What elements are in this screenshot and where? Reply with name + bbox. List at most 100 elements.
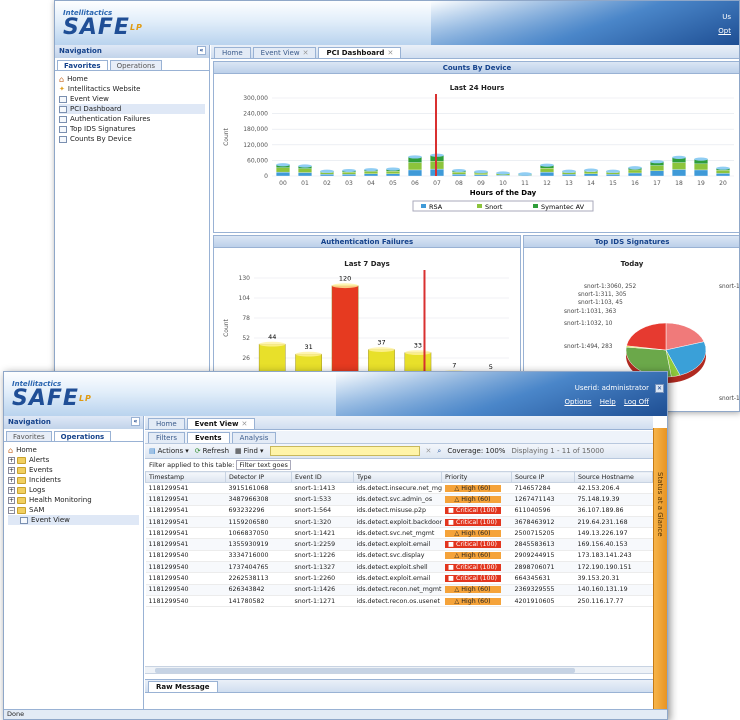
tree-item-top-ids[interactable]: Top IDS Signatures [59, 124, 205, 134]
tree-item-counts-device[interactable]: Counts By Device [59, 134, 205, 144]
table-cell: △ High (60) [441, 595, 512, 608]
table-row[interactable]: 1181299540 1737404765 snort-1:1327 ids.dete… [145, 561, 653, 574]
options-link[interactable]: Opt [718, 27, 731, 35]
bar-rsa [716, 173, 730, 177]
table-cell: ■ Critical (100) [441, 505, 512, 517]
bar-cap [606, 169, 620, 173]
y-tick-label: 240,000 [243, 111, 268, 118]
expand-icon[interactable]: + [8, 466, 15, 474]
tree-item-website[interactable]: ✦ Intellitactics Website [59, 84, 205, 94]
tab-raw-message[interactable]: Raw Message [148, 681, 218, 692]
table-cell: 2845583613 [511, 538, 575, 551]
table-row[interactable]: 1181299541 1355930919 snort-1:2259 ids.dete… [145, 538, 653, 551]
tab-pci-dashboard[interactable]: PCI Dashboard ✕ [318, 47, 402, 58]
tree-item-home[interactable]: ⌂ Home [8, 445, 139, 455]
folder-icon [17, 476, 26, 484]
tree-item-pci-dashboard[interactable]: PCI Dashboard [59, 104, 205, 114]
tab-operations[interactable]: Operations [53, 431, 112, 441]
collapse-icon[interactable]: − [8, 506, 15, 514]
tree-item-alerts[interactable]: + Alerts [8, 455, 139, 465]
table-row[interactable]: 1181299541 1159206580 snort-1:320 ids.detec… [145, 516, 653, 529]
bar-rsa [298, 172, 312, 177]
table-cell: 173.183.141.243 [574, 550, 653, 563]
tree-item-sam[interactable]: − SAM [8, 505, 139, 515]
nav-header: Navigation « [55, 45, 209, 58]
column-header[interactable]: Timestamp [145, 471, 226, 483]
close-icon[interactable]: ✕ [241, 420, 247, 428]
bar-rsa [584, 173, 598, 177]
find-button[interactable]: ▦ Find ▾ [235, 447, 263, 455]
status-at-a-glance-panel[interactable]: Status at a Glance [653, 428, 667, 709]
tab-event-view[interactable]: Event View ✕ [186, 418, 256, 429]
table-cell: 3487966308 [225, 493, 292, 506]
logoff-link[interactable]: Log Off [624, 398, 649, 406]
tab-home[interactable]: Home [148, 418, 185, 429]
column-header[interactable]: Type [353, 471, 442, 483]
close-icon[interactable]: ✕ [303, 49, 309, 57]
filter-value[interactable]: Filter text goes [236, 460, 291, 470]
horizontal-scrollbar[interactable] [145, 666, 653, 674]
column-header[interactable]: Priority [441, 471, 512, 483]
tab-operations[interactable]: Operations [109, 60, 163, 70]
actions-button[interactable]: ▤ Actions ▾ [149, 447, 189, 455]
tab-favorites[interactable]: Favorites [57, 60, 108, 70]
column-header[interactable]: Source Hostname [574, 471, 653, 483]
tree-item-events[interactable]: + Events [8, 465, 139, 475]
slice-label: snort-1:494, 283 [564, 344, 613, 350]
clear-icon[interactable]: ✕ [426, 447, 432, 455]
critical-icon: ■ [448, 541, 456, 549]
tree-item-event-view[interactable]: Event View [59, 94, 205, 104]
tree-label: PCI Dashboard [70, 105, 122, 113]
table-row[interactable]: 1181299540 626343842 snort-1:1426 ids.detec… [145, 584, 653, 596]
expand-icon[interactable]: + [8, 476, 15, 484]
slice-label: snort-1:1031, 363 [564, 309, 616, 315]
filter-bar: Filter applied to this table: Filter tex… [145, 459, 653, 471]
folder-icon [17, 506, 26, 514]
bar-cap [562, 169, 576, 173]
bar-snort [716, 170, 730, 174]
expand-icon[interactable]: + [8, 486, 15, 494]
table-row[interactable]: 1181299540 2262538113 snort-1:2260 ids.dete… [145, 572, 653, 585]
collapse-button[interactable]: « [131, 417, 140, 426]
expand-icon[interactable]: + [8, 496, 15, 504]
table-row[interactable]: 1181299540 141780582 snort-1:1271 ids.detec… [145, 595, 653, 608]
table-cell: △ High (60) [441, 584, 512, 596]
refresh-button[interactable]: ⟳ Refresh [195, 447, 229, 455]
options-link[interactable]: Options [564, 398, 591, 406]
tree-item-health[interactable]: + Health Monitoring [8, 495, 139, 505]
table-row[interactable]: 1181299541 693232296 snort-1:564 ids.detect… [145, 505, 653, 517]
tab-favorites[interactable]: Favorites [6, 431, 52, 441]
table-row[interactable]: 1181299541 1066837050 snort-1:1421 ids.dete… [145, 527, 653, 540]
bar-cap [540, 163, 554, 167]
tab-home[interactable]: Home [214, 47, 251, 58]
tab-analysis[interactable]: Analysis [231, 432, 277, 443]
table-row[interactable]: 1181299540 3334716000 snort-1:1226 ids.dete… [145, 550, 653, 563]
search-icon[interactable]: ⌕ [437, 447, 441, 456]
table-cell: 1181299540 [145, 550, 226, 563]
tab-event-view[interactable]: Event View ✕ [252, 47, 317, 58]
table-cell: 219.64.231.168 [574, 516, 653, 529]
tree-item-logs[interactable]: + Logs [8, 485, 139, 495]
tab-filters[interactable]: Filters [148, 432, 185, 443]
y-tick-label: 180,000 [243, 126, 268, 133]
help-link[interactable]: Help [600, 398, 616, 406]
table-cell: snort-1:1271 [291, 595, 354, 608]
collapse-button[interactable]: « [197, 46, 206, 55]
expand-icon[interactable]: + [8, 456, 15, 464]
tree-item-home[interactable]: ⌂ Home [59, 74, 205, 84]
bar-cap [628, 166, 642, 170]
find-input[interactable] [269, 446, 420, 456]
window-close-icon[interactable]: ✕ [655, 384, 664, 393]
tree-item-incidents[interactable]: + Incidents [8, 475, 139, 485]
tree-item-event-view[interactable]: Event View [8, 515, 139, 525]
tree-item-auth-failures[interactable]: Authentication Failures [59, 114, 205, 124]
bar-rsa [452, 174, 466, 177]
column-header[interactable]: Source IP [511, 471, 575, 483]
scroll-thumb[interactable] [155, 668, 575, 673]
tab-events[interactable]: Events [186, 432, 230, 443]
column-header[interactable]: Detector IP [225, 471, 292, 483]
close-icon[interactable]: ✕ [387, 49, 393, 57]
table-row[interactable]: 1181299541 3487966308 snort-1:533 ids.detec… [145, 493, 653, 506]
column-header[interactable]: Event ID [291, 471, 354, 483]
table-row[interactable]: 1181299541 3915161068 snort-1:1413 ids.dete… [145, 482, 653, 495]
